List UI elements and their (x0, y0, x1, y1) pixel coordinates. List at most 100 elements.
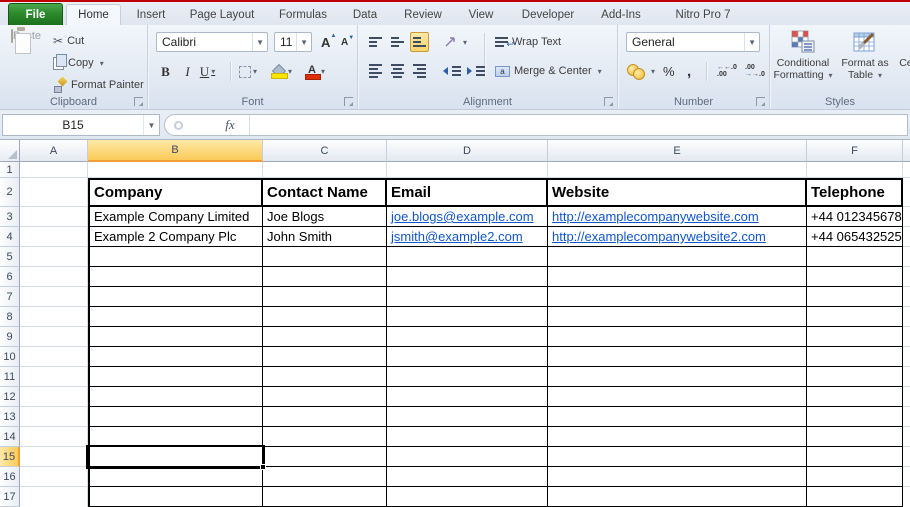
cell-E15[interactable] (548, 447, 807, 467)
cell-B8[interactable] (88, 307, 263, 327)
cell-D11[interactable] (387, 367, 548, 387)
cell-C11[interactable] (263, 367, 387, 387)
cell-C8[interactable] (263, 307, 387, 327)
cell-F17[interactable] (807, 487, 903, 507)
row-header-12[interactable]: 12 (0, 387, 20, 407)
cell-F13[interactable] (807, 407, 903, 427)
paste-button[interactable]: Paste ▾ (6, 30, 46, 100)
row-header-14[interactable]: 14 (0, 427, 20, 447)
tab-view[interactable]: View (460, 4, 502, 25)
cell-B9[interactable] (88, 327, 263, 347)
cell-D17[interactable] (387, 487, 548, 507)
cell-B3[interactable]: Example Company Limited (88, 207, 263, 227)
fill-handle[interactable] (260, 464, 266, 470)
row-header-1[interactable]: 1 (0, 162, 20, 178)
cell-E3[interactable]: http://examplecompanywebsite.com (548, 207, 807, 227)
cell-D7[interactable] (387, 287, 548, 307)
italic-button[interactable]: I (178, 61, 197, 82)
cell-E10[interactable] (548, 347, 807, 367)
cell-C9[interactable] (263, 327, 387, 347)
row-header-3[interactable]: 3 (0, 207, 20, 227)
cell-E7[interactable] (548, 287, 807, 307)
cell-D14[interactable] (387, 427, 548, 447)
chevron-down-icon[interactable]: ▼ (296, 33, 311, 51)
tab-nitro-pro-7[interactable]: Nitro Pro 7 (660, 4, 746, 25)
tab-formulas[interactable]: Formulas (272, 4, 334, 25)
cell-D5[interactable] (387, 247, 548, 267)
chevron-down-icon[interactable]: ▼ (744, 33, 759, 51)
cell-E14[interactable] (548, 427, 807, 447)
cell-D4[interactable]: jsmith@example2.com (387, 227, 548, 247)
cell-F3[interactable]: +44 0123456789 (807, 207, 903, 227)
cell-F16[interactable] (807, 467, 903, 487)
cell-C12[interactable] (263, 387, 387, 407)
font-color-button[interactable]: A (304, 61, 326, 82)
cell-B2[interactable]: Company (88, 178, 263, 207)
cell-C13[interactable] (263, 407, 387, 427)
underline-button[interactable]: U (198, 61, 217, 82)
number-format-combo[interactable]: General ▼ (626, 32, 760, 52)
chevron-down-icon[interactable]: ▼ (252, 33, 267, 51)
tab-data[interactable]: Data (344, 4, 386, 25)
cell-C6[interactable] (263, 267, 387, 287)
align-center-button[interactable] (388, 61, 407, 81)
row-header-17[interactable]: 17 (0, 487, 20, 507)
cell-B17[interactable] (88, 487, 263, 507)
cell-F5[interactable] (807, 247, 903, 267)
cell-E12[interactable] (548, 387, 807, 407)
cell-D12[interactable] (387, 387, 548, 407)
row-header-6[interactable]: 6 (0, 267, 20, 287)
column-header-A[interactable]: A (20, 140, 88, 162)
cell-D8[interactable] (387, 307, 548, 327)
name-box[interactable]: B15 ▼ (2, 114, 160, 136)
cell-E8[interactable] (548, 307, 807, 327)
row-header-8[interactable]: 8 (0, 307, 20, 327)
cell-E4[interactable]: http://examplecompanywebsite2.com (548, 227, 807, 247)
cell-C17[interactable] (263, 487, 387, 507)
accounting-format-button[interactable] (624, 61, 658, 81)
bottom-align-button[interactable] (410, 32, 429, 52)
tab-home[interactable]: Home (66, 4, 121, 25)
cell-C14[interactable] (263, 427, 387, 447)
cell-D13[interactable] (387, 407, 548, 427)
wrap-text-button[interactable]: ↩ Wrap Text (492, 32, 564, 52)
row-header-4[interactable]: 4 (0, 227, 20, 247)
cell-D15[interactable] (387, 447, 548, 467)
increase-indent-button[interactable] (464, 61, 492, 81)
shrink-font-button[interactable]: A▼ (338, 32, 351, 52)
alignment-dialog-launcher[interactable] (604, 97, 613, 106)
cell-E6[interactable] (548, 267, 807, 287)
row-header-9[interactable]: 9 (0, 327, 20, 347)
cell-F15[interactable] (807, 447, 903, 467)
cell-E16[interactable] (548, 467, 807, 487)
cell-F6[interactable] (807, 267, 903, 287)
cell-B14[interactable] (88, 427, 263, 447)
borders-button[interactable] (238, 61, 258, 82)
cell-B16[interactable] (88, 467, 263, 487)
row-header-10[interactable]: 10 (0, 347, 20, 367)
cell-B4[interactable]: Example 2 Company Plc (88, 227, 263, 247)
cell-C15[interactable] (263, 447, 387, 467)
cell-E5[interactable] (548, 247, 807, 267)
cell-B11[interactable] (88, 367, 263, 387)
select-all-corner[interactable] (0, 140, 20, 162)
copy-button[interactable]: Copy (50, 53, 107, 73)
cell-B10[interactable] (88, 347, 263, 367)
cell-F7[interactable] (807, 287, 903, 307)
orientation-button[interactable] (440, 32, 470, 52)
align-right-button[interactable] (410, 61, 429, 81)
cell-E9[interactable] (548, 327, 807, 347)
row-header-5[interactable]: 5 (0, 247, 20, 267)
row-header-2[interactable]: 2 (0, 178, 20, 207)
percent-style-button[interactable]: % (660, 61, 678, 81)
row-header-13[interactable]: 13 (0, 407, 20, 427)
middle-align-button[interactable] (388, 32, 407, 52)
comma-style-button[interactable]: , (684, 61, 694, 81)
cell-C2[interactable]: Contact Name (263, 178, 387, 207)
chevron-down-icon[interactable]: ▼ (143, 115, 159, 135)
align-left-button[interactable] (366, 61, 385, 81)
merge-center-button[interactable]: a Merge & Center (492, 61, 605, 81)
row-header-15[interactable]: 15 (0, 447, 20, 467)
conditional-formatting-button[interactable]: Conditional Formatting (770, 29, 836, 103)
cell-E11[interactable] (548, 367, 807, 387)
